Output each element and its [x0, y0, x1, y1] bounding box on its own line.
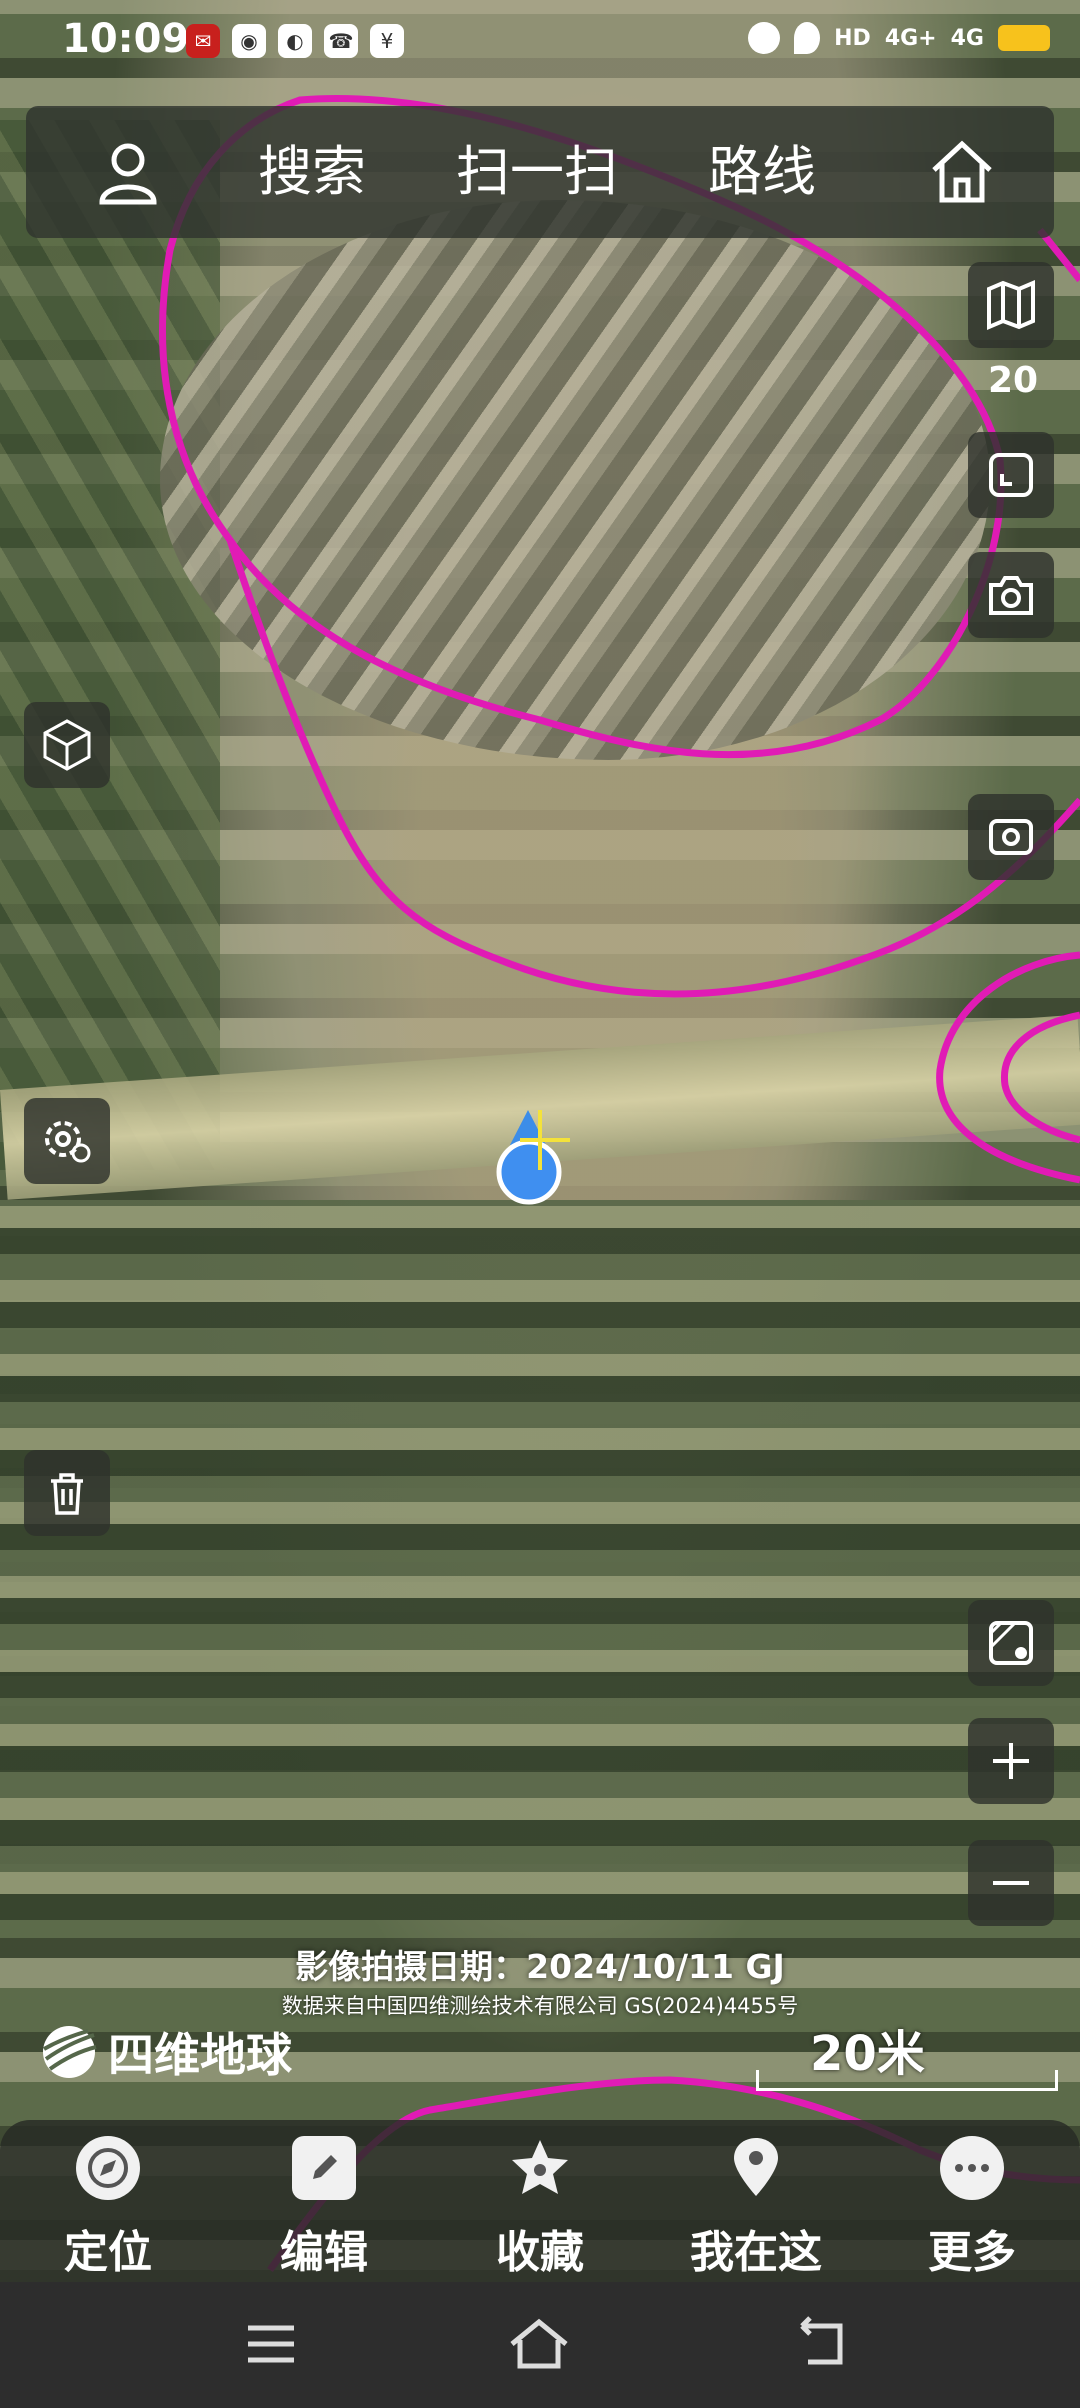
boundary-line-right-loop: [936, 951, 1080, 1184]
route-button[interactable]: 路线: [708, 106, 816, 238]
favorites-tab[interactable]: 收藏: [440, 2120, 640, 2282]
location-pin-icon: [724, 2136, 788, 2200]
edit-label: 编辑: [280, 2227, 368, 2278]
more-icon: [940, 2136, 1004, 2200]
clock: 10:09: [62, 16, 190, 62]
camera-button[interactable]: [968, 552, 1054, 638]
fullscreen-button[interactable]: [968, 432, 1054, 518]
star-icon: [508, 2136, 572, 2200]
status-bar: 10:09 ✉ ◉ ◐ ☎ ¥ HD 4G+ 4G: [0, 0, 1080, 84]
3d-view-button[interactable]: [24, 702, 110, 788]
fullscreen-icon: [989, 453, 1033, 497]
map-layers-button[interactable]: [968, 262, 1054, 348]
zoom-in-button[interactable]: [968, 1718, 1054, 1804]
brand-name: 四维地球: [108, 2028, 292, 2082]
trash-icon: [51, 1473, 83, 1515]
battery-icon: [998, 25, 1050, 51]
locate-tab[interactable]: 定位: [8, 2120, 208, 2282]
top-toolbar: 搜索 扫一扫 路线: [26, 106, 1054, 238]
system-navigation-bar: [0, 2282, 1080, 2408]
wechat-icon: ◉: [232, 24, 266, 58]
user-icon[interactable]: [92, 136, 164, 208]
hd-badge: HD: [834, 25, 871, 51]
imagery-date: 影像拍摄日期：2024/10/11 GJ: [295, 1947, 785, 1986]
alarm-icon: [748, 22, 781, 54]
missed-call-icon: ☎: [324, 24, 358, 58]
globe-logo-icon: [43, 2026, 97, 2078]
scan-button[interactable]: 扫一扫: [456, 106, 618, 238]
favorites-label: 收藏: [496, 2227, 584, 2278]
app-badge-icon: ✉: [186, 24, 220, 58]
compass-icon: [76, 2136, 140, 2200]
more-label: 更多: [928, 2227, 1016, 2278]
system-status: HD 4G+ 4G: [748, 22, 1050, 54]
map-pin-tool-button[interactable]: [968, 1600, 1054, 1686]
map-pin-tool-icon: [989, 1621, 1033, 1665]
home-icon[interactable]: [926, 136, 998, 208]
more-tab[interactable]: 更多: [872, 2120, 1072, 2282]
zoom-out-icon: [993, 1881, 1029, 1885]
camera-icon: [989, 576, 1033, 615]
zoom-level: 20: [987, 360, 1039, 401]
browser-icon: ◐: [278, 24, 312, 58]
current-location-marker: [496, 1110, 570, 1205]
edit-tab[interactable]: 编辑: [224, 2120, 424, 2282]
location-icon: [794, 22, 821, 54]
network-4g-plus: 4G+: [884, 25, 937, 51]
bottom-nav: 定位 编辑 收藏 我在这 更多: [0, 2120, 1080, 2282]
network-4g: 4G: [950, 25, 984, 51]
search-button[interactable]: 搜索: [258, 106, 366, 238]
i-am-here-label: 我在这: [690, 2227, 822, 2278]
map-settings-button[interactable]: [24, 1098, 110, 1184]
edit-icon: [292, 2136, 356, 2200]
scale-bar: [756, 2070, 1058, 2091]
back-icon[interactable]: [790, 2314, 860, 2374]
notification-icons: ✉ ◉ ◐ ☎ ¥: [186, 24, 404, 58]
zoom-in-icon: [993, 1743, 1029, 1779]
delete-button[interactable]: [24, 1450, 110, 1536]
i-am-here-tab[interactable]: 我在这: [656, 2120, 856, 2282]
map-layers-icon: [987, 279, 1035, 331]
boundary-line-right-inner: [1000, 1011, 1080, 1144]
settings-icon: [45, 1121, 91, 1163]
yuan-icon: ¥: [370, 24, 404, 58]
3d-view-icon: [43, 719, 91, 771]
screen-capture-button[interactable]: [968, 794, 1054, 880]
boundary-line-middle: [226, 538, 1080, 998]
menu-icon[interactable]: [236, 2314, 306, 2374]
home-nav-icon[interactable]: [504, 2314, 574, 2374]
locate-label: 定位: [64, 2227, 152, 2278]
brand-logo: 四维地球: [40, 2022, 292, 2082]
zoom-out-button[interactable]: [968, 1840, 1054, 1926]
screen-capture-icon: [989, 819, 1033, 855]
